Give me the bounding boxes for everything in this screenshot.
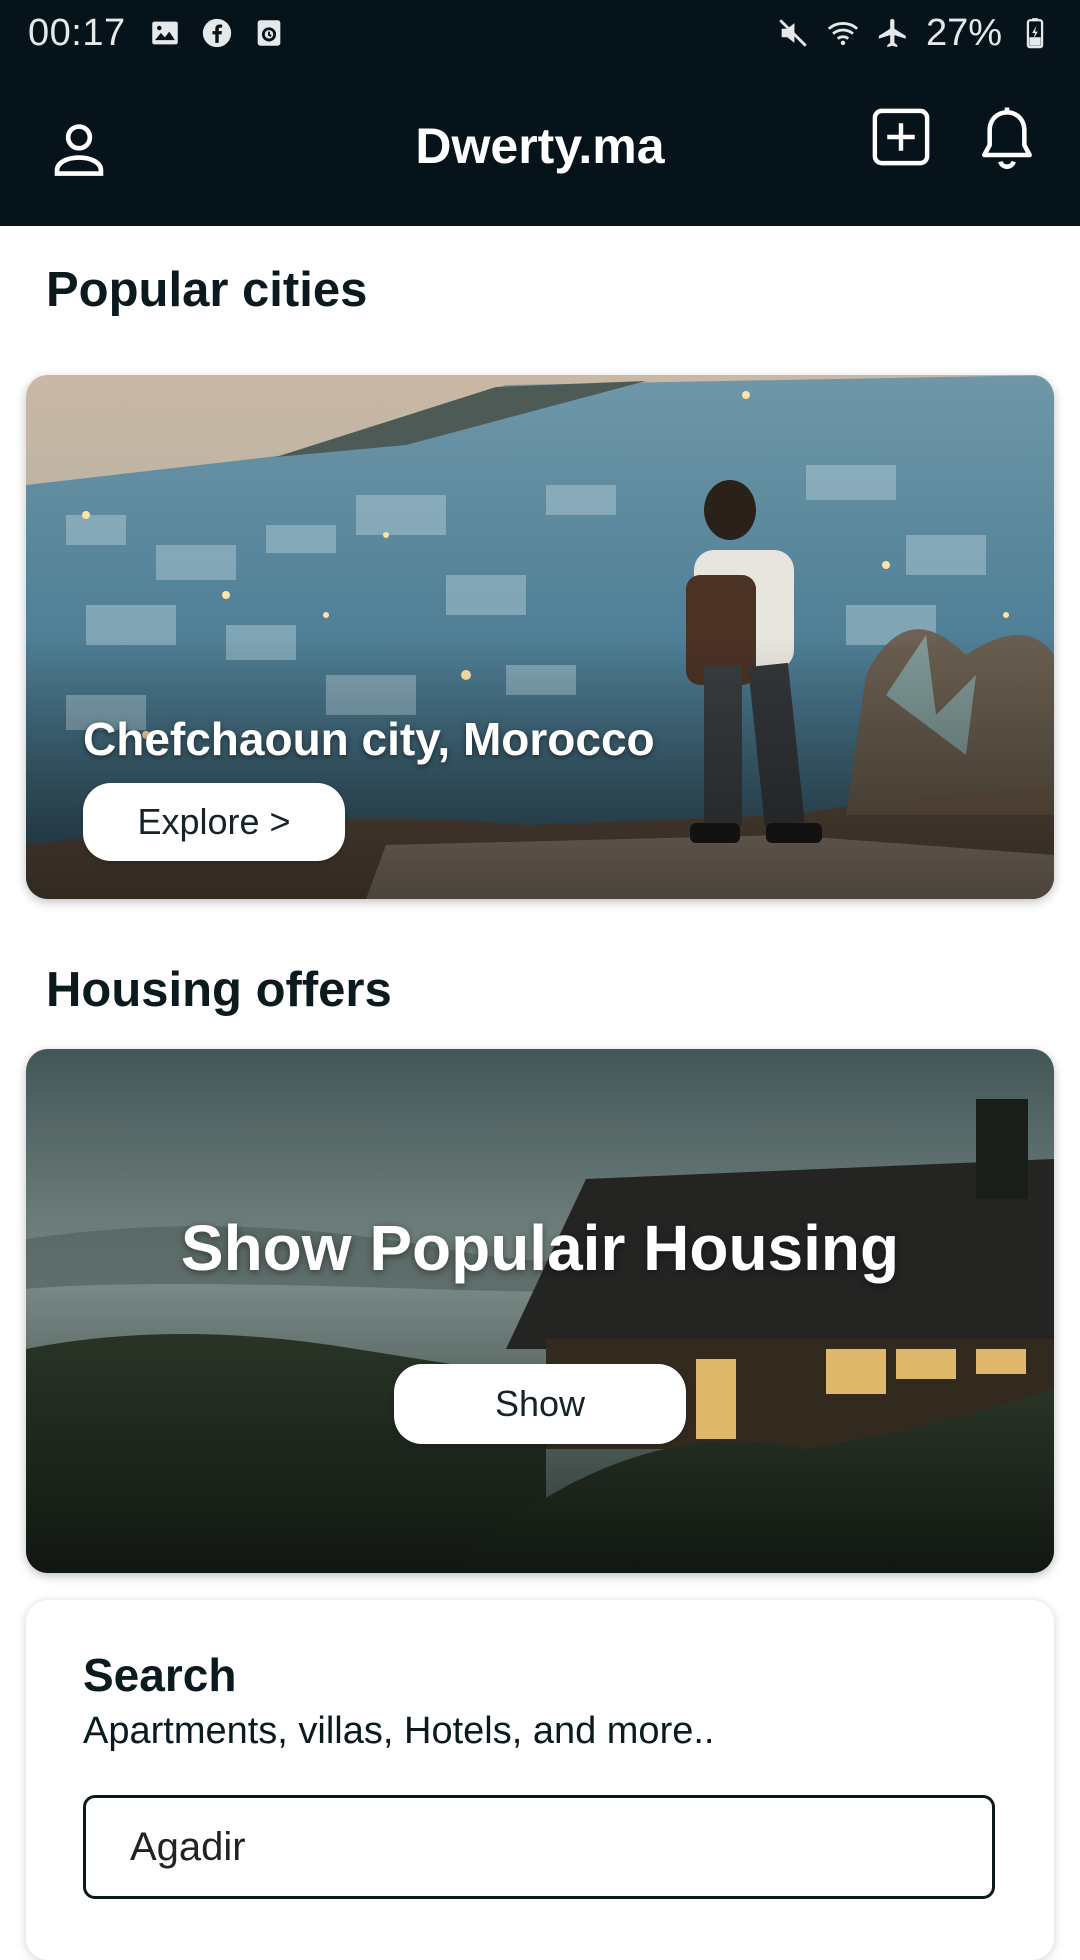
mute-icon bbox=[779, 19, 807, 47]
city-card[interactable]: Chefchaoun city, Morocco Explore > bbox=[26, 375, 1054, 899]
search-input[interactable] bbox=[83, 1795, 995, 1899]
explore-button[interactable]: Explore > bbox=[83, 783, 345, 861]
city-name: Chefchaoun city, Morocco bbox=[83, 713, 655, 765]
housing-card[interactable]: Show Populair Housing Show bbox=[26, 1049, 1054, 1573]
battery-charging-icon bbox=[1026, 18, 1044, 49]
popular-cities-heading: Popular cities bbox=[46, 263, 368, 317]
search-card: Search Apartments, villas, Hotels, and m… bbox=[26, 1600, 1054, 1960]
app-bar: Dwerty.ma bbox=[0, 66, 1080, 226]
notifications-button[interactable] bbox=[972, 102, 1042, 176]
housing-photo bbox=[26, 1049, 1054, 1573]
profile-button[interactable] bbox=[44, 114, 114, 184]
show-button[interactable]: Show bbox=[394, 1364, 686, 1444]
airplane-icon bbox=[878, 18, 906, 48]
bell-icon bbox=[982, 107, 1032, 169]
search-subtitle: Apartments, villas, Hotels, and more.. bbox=[83, 1710, 715, 1752]
calendar-icon bbox=[257, 20, 280, 46]
profile-icon bbox=[54, 124, 104, 176]
battery-percent: 27% bbox=[925, 11, 1002, 54]
wifi-icon bbox=[827, 22, 859, 46]
add-box-icon bbox=[872, 108, 930, 166]
image-icon bbox=[151, 21, 178, 45]
status-bar: 00:17 27% bbox=[0, 0, 1080, 66]
facebook-icon bbox=[202, 18, 231, 48]
status-time: 00:17 bbox=[28, 11, 126, 54]
search-title: Search bbox=[83, 1649, 237, 1701]
housing-headline: Show Populair Housing bbox=[180, 1212, 900, 1284]
housing-offers-heading: Housing offers bbox=[46, 963, 392, 1017]
add-listing-button[interactable] bbox=[868, 104, 934, 170]
